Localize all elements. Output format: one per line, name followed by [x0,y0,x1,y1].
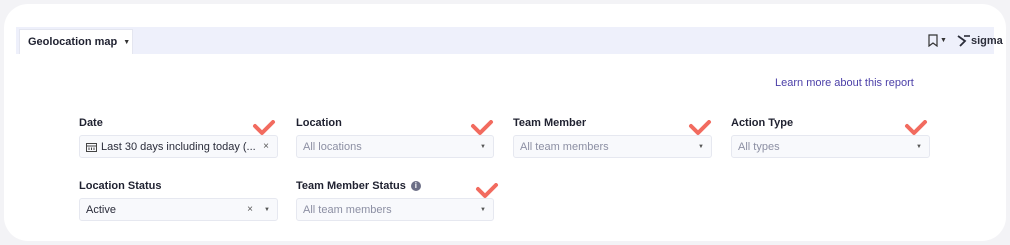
team-member-filter-label: Team Member [513,117,587,129]
team-member-filter-placeholder: All team members [520,140,609,153]
team-member-status-filter-placeholder: All team members [303,203,392,216]
team-member-status-label-text: Team Member Status [296,180,406,192]
date-filter-value: Last 30 days including today (... [101,140,256,153]
bookmark-icon [928,34,938,47]
clear-icon[interactable]: × [247,204,253,215]
team-member-status-filter-select[interactable]: All team members ▼ [296,198,494,221]
chevron-down-icon: ▼ [940,37,947,44]
date-filter-label: Date [79,117,103,129]
clear-icon[interactable]: × [263,141,269,152]
location-filter-label: Location [296,117,342,129]
check-mark-icon [689,120,711,135]
check-mark-icon [905,120,927,135]
action-type-filter-select[interactable]: All types ▼ [731,135,930,158]
sigma-logo: sigma [957,35,1003,47]
action-type-filter-placeholder: All types [738,140,780,153]
bookmark-button[interactable]: ▼ [928,34,947,47]
brand-name: sigma [971,35,1003,47]
report-toolbar: Geolocation map ▼ ▼ sigma [16,27,1003,54]
check-mark-icon [476,183,498,198]
location-filter-select[interactable]: All locations ▼ [296,135,494,158]
team-member-filter-select[interactable]: All team members ▼ [513,135,712,158]
calendar-icon [86,142,97,152]
check-mark-icon [253,120,275,135]
tab-label: Geolocation map [28,36,118,48]
chevron-down-icon: ▼ [480,207,486,213]
location-status-filter-value: Active [86,203,116,216]
location-status-filter-select[interactable]: Active × ▼ [79,198,278,221]
sigma-logo-icon [957,35,970,47]
chevron-down-icon: ▼ [698,144,704,150]
date-filter-field[interactable]: Last 30 days including today (... × [79,135,278,158]
chevron-down-icon: ▼ [480,144,486,150]
team-member-status-filter-label: Team Member Status i [296,180,421,192]
action-type-filter-label: Action Type [731,117,794,129]
learn-more-link[interactable]: Learn more about this report [775,77,914,89]
info-icon[interactable]: i [410,181,421,191]
location-filter-placeholder: All locations [303,140,362,153]
chevron-down-icon: ▼ [916,144,922,150]
tab-geolocation-map[interactable]: Geolocation map ▼ [19,29,133,54]
chevron-down-icon: ▼ [264,207,270,213]
chevron-down-icon: ▼ [123,38,131,46]
check-mark-icon [471,120,493,135]
location-status-filter-label: Location Status [79,180,162,192]
